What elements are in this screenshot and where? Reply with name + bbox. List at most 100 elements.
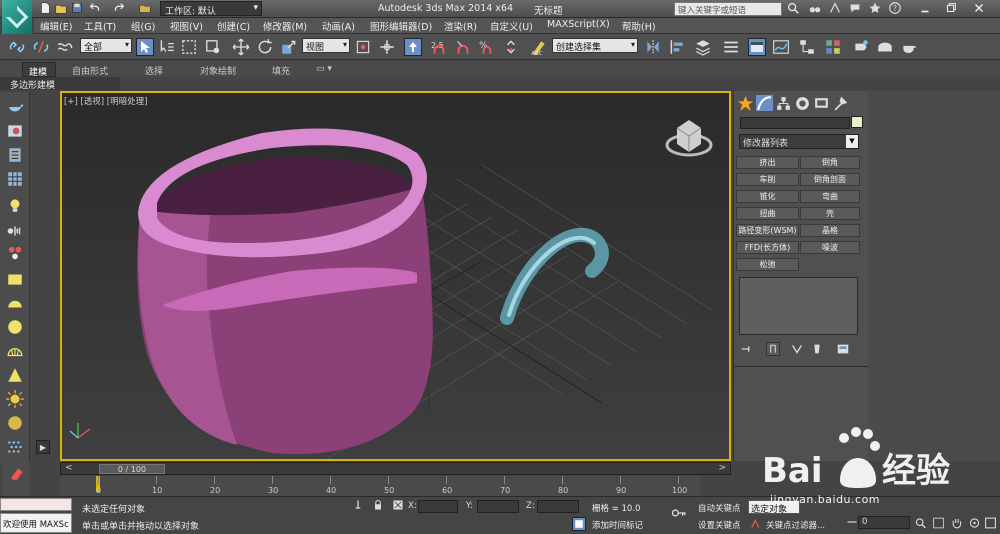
menu-edit[interactable]: 编辑(E) bbox=[40, 19, 72, 33]
scene-canvas[interactable] bbox=[62, 93, 731, 461]
pan-hand-icon[interactable] bbox=[950, 516, 963, 529]
geosphere-primitive-icon[interactable] bbox=[6, 342, 24, 360]
orbit-icon[interactable] bbox=[968, 516, 981, 529]
motion-tab-icon[interactable] bbox=[794, 95, 811, 111]
modifier-bevel-profile-button[interactable]: 倒角剖面 bbox=[800, 173, 860, 186]
graphite-tools-icon[interactable] bbox=[722, 38, 740, 56]
modifier-taper-button[interactable]: 锥化 bbox=[736, 190, 799, 203]
modifier-lattice-button[interactable]: 晶格 bbox=[800, 224, 860, 237]
time-slider[interactable]: 0 / 100 < > bbox=[60, 462, 731, 475]
menu-group[interactable]: 组(G) bbox=[131, 19, 155, 33]
keyboard-shortcut-override-icon[interactable] bbox=[404, 38, 422, 56]
set-key-icon[interactable] bbox=[668, 504, 690, 522]
lock-selection-icon[interactable] bbox=[372, 499, 384, 511]
menu-tools[interactable]: 工具(T) bbox=[84, 19, 116, 33]
viewport-label[interactable]: [+] [透视] [明暗处理] bbox=[64, 95, 147, 107]
maxscript-listener-input[interactable] bbox=[0, 498, 72, 511]
named-selection-dropdown[interactable]: 创建选择集 ▾ bbox=[552, 38, 638, 53]
snaps-toggle-icon[interactable]: 2.5 bbox=[430, 38, 448, 56]
modifier-bend-button[interactable]: 弯曲 bbox=[800, 190, 860, 203]
modifier-stack-list[interactable] bbox=[739, 277, 858, 335]
mirror-icon[interactable] bbox=[644, 38, 662, 56]
material-editor-icon[interactable] bbox=[824, 38, 842, 56]
time-slider-left-arrow[interactable]: < bbox=[65, 463, 73, 473]
favorites-star-icon[interactable] bbox=[868, 1, 882, 15]
object-color-swatch[interactable] bbox=[851, 116, 863, 128]
minimize-icon[interactable] bbox=[918, 1, 932, 15]
track-bar[interactable]: 0 10 20 30 40 50 60 70 80 90 100 bbox=[60, 476, 700, 496]
menu-maxscript[interactable]: MAXScript(X) bbox=[547, 19, 610, 30]
render-frame-icon[interactable] bbox=[6, 122, 24, 140]
menu-views[interactable]: 视图(V) bbox=[170, 19, 203, 33]
modifier-ffd-box-button[interactable]: FFD(长方体) bbox=[736, 241, 799, 254]
window-crossing-icon[interactable] bbox=[204, 38, 222, 56]
time-slider-right-arrow[interactable]: > bbox=[718, 463, 726, 473]
workspace-dropdown[interactable]: 工作区: 默认 ▾ bbox=[160, 1, 262, 17]
save-file-icon[interactable] bbox=[70, 1, 84, 15]
perspective-viewport[interactable]: [+] [透视] [明暗处理] bbox=[60, 91, 731, 461]
hierarchy-icon[interactable] bbox=[6, 222, 24, 240]
show-end-result-icon[interactable] bbox=[766, 342, 780, 356]
key-filter-icon[interactable] bbox=[750, 517, 764, 531]
select-scale-icon[interactable] bbox=[280, 38, 298, 56]
create-tab-icon[interactable] bbox=[737, 95, 754, 111]
bind-space-warp-icon[interactable] bbox=[56, 38, 74, 56]
schematic-view-icon[interactable] bbox=[798, 38, 816, 56]
object-name-field[interactable] bbox=[740, 117, 850, 129]
unlink-icon[interactable] bbox=[32, 38, 50, 56]
key-filters-button[interactable]: 关键点过滤器... bbox=[766, 519, 825, 531]
absolute-mode-icon[interactable] bbox=[392, 499, 404, 511]
modifier-relax-button[interactable]: 松弛 bbox=[736, 258, 799, 271]
teapot-icon[interactable] bbox=[6, 98, 24, 116]
render-setup-icon[interactable] bbox=[852, 38, 870, 56]
modify-tab-icon[interactable] bbox=[756, 95, 773, 111]
search-icon[interactable] bbox=[786, 1, 800, 15]
time-slider-thumb[interactable]: 0 / 100 bbox=[99, 464, 165, 474]
particle-system-icon[interactable] bbox=[6, 244, 24, 262]
render-production-icon[interactable] bbox=[900, 38, 918, 56]
menu-create[interactable]: 创建(C) bbox=[217, 19, 250, 33]
select-rotate-icon[interactable] bbox=[256, 38, 274, 56]
subscription-icon[interactable] bbox=[828, 1, 842, 15]
spinner-snap-icon[interactable] bbox=[502, 38, 520, 56]
tab-selection[interactable]: 选择 bbox=[145, 64, 163, 77]
ribbon-options-icon[interactable]: ▭ ▾ bbox=[316, 64, 332, 74]
sun-light-icon[interactable] bbox=[6, 390, 24, 408]
modifier-extrude-button[interactable]: 挤出 bbox=[736, 156, 799, 169]
edit-named-selection-icon[interactable]: ABC bbox=[530, 38, 548, 56]
menu-rendering[interactable]: 渲染(R) bbox=[444, 19, 477, 33]
current-frame-field[interactable]: 0 bbox=[858, 516, 910, 529]
modifier-twist-button[interactable]: 扭曲 bbox=[736, 207, 799, 220]
align-icon[interactable] bbox=[668, 38, 686, 56]
add-time-tag-text[interactable]: 添加时间标记 bbox=[592, 519, 643, 531]
auto-key-button[interactable]: 自动关键点 bbox=[698, 502, 741, 514]
close-icon[interactable] bbox=[972, 1, 986, 15]
hierarchy-tab-icon[interactable] bbox=[775, 95, 792, 111]
tab-modeling[interactable]: 建模 bbox=[22, 62, 56, 78]
search-input[interactable]: 键入关键字或短语 bbox=[674, 2, 782, 16]
curve-editor-icon[interactable] bbox=[772, 38, 790, 56]
project-folder-icon[interactable] bbox=[138, 1, 152, 15]
box-primitive-icon[interactable] bbox=[6, 270, 24, 288]
light-bulb-icon[interactable] bbox=[6, 196, 24, 214]
tab-object-paint[interactable]: 对象绘制 bbox=[200, 64, 236, 77]
maxscript-welcome-text[interactable]: 欢迎使用 MAXSc bbox=[0, 513, 72, 533]
selection-filter-dropdown[interactable]: 全部 ▾ bbox=[80, 38, 132, 53]
tab-populate[interactable]: 填充 bbox=[272, 64, 290, 77]
set-key-button[interactable]: 设置关键点 bbox=[698, 519, 741, 531]
eraser-icon[interactable] bbox=[8, 464, 26, 482]
scene-explorer-icon[interactable] bbox=[748, 38, 766, 56]
restore-icon[interactable] bbox=[944, 1, 958, 15]
modifier-shell-button[interactable]: 壳 bbox=[800, 207, 860, 220]
select-object-icon[interactable] bbox=[136, 38, 154, 56]
menu-customize[interactable]: 自定义(U) bbox=[490, 19, 533, 33]
sphere-primitive-icon[interactable] bbox=[6, 318, 24, 336]
modifier-noise-button[interactable]: 噪波 bbox=[800, 241, 860, 254]
sphere-gizmo-icon[interactable] bbox=[6, 414, 24, 432]
angle-snap-icon[interactable] bbox=[454, 38, 472, 56]
link-icon[interactable] bbox=[8, 38, 26, 56]
coord-x-field[interactable] bbox=[418, 500, 458, 513]
isolate-icon[interactable] bbox=[352, 499, 364, 511]
zoom-icon[interactable] bbox=[914, 516, 927, 529]
pivot-center-icon[interactable] bbox=[354, 38, 372, 56]
